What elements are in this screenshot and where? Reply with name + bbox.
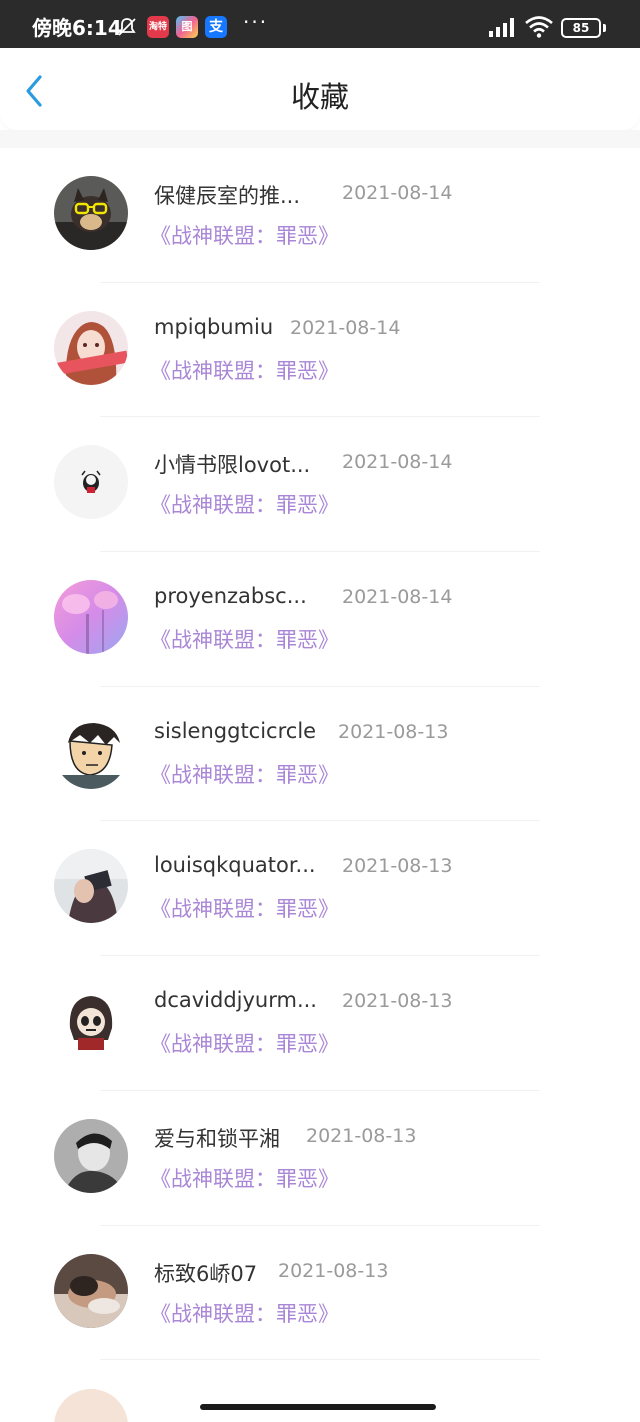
book-title-link[interactable]: 《战神联盟：罪恶》 <box>150 759 339 789</box>
status-time: 傍晚6:14 <box>32 16 122 40</box>
book-title-link[interactable]: 《战神联盟：罪恶》 <box>150 1298 339 1328</box>
list-item[interactable]: 爱与和锁平湘 2021-08-13 《战神联盟：罪恶》 <box>0 1091 640 1226</box>
divider <box>100 1359 540 1361</box>
avatar <box>54 310 128 385</box>
navigation-header: 收藏 <box>0 48 640 130</box>
list-item[interactable]: proyenzabsc... 2021-08-14 《战神联盟：罪恶》 <box>0 552 640 687</box>
list-item[interactable]: mpiqbumiu 2021-08-14 《战神联盟：罪恶》 <box>0 283 640 418</box>
avatar <box>54 1118 128 1193</box>
favorite-date: 2021-08-14 <box>290 316 401 339</box>
book-title-link[interactable]: 《战神联盟：罪恶》 <box>150 893 339 923</box>
avatar <box>54 445 128 520</box>
book-title-link[interactable]: 《战神联盟：罪恶》 <box>150 1163 339 1193</box>
avatar <box>54 714 128 789</box>
username: 爱与和锁平湘 <box>154 1126 280 1151</box>
gallery-app-icon: 图 <box>176 16 198 38</box>
favorite-date: 2021-08-14 <box>342 182 453 204</box>
book-title-link[interactable]: 《战神联盟：罪恶》 <box>150 355 339 385</box>
username: sislenggtcicrcle <box>154 718 317 743</box>
book-title-link[interactable]: 《战神联盟：罪恶》 <box>150 624 339 654</box>
header-separator <box>0 130 640 148</box>
avatar <box>54 984 128 1059</box>
bell-muted-icon <box>118 18 136 36</box>
avatar <box>54 1253 128 1328</box>
favorite-date: 2021-08-13 <box>338 720 449 743</box>
taote-app-icon: 淘特 <box>147 16 169 38</box>
battery-icon: 85 <box>561 18 601 38</box>
list-item[interactable]: sislenggtcicrcle 2021-08-13 《战神联盟：罪恶》 <box>0 687 640 822</box>
home-indicator[interactable] <box>200 1404 436 1410</box>
username: proyenzabsc... <box>154 584 307 609</box>
username: 小情书限lovot... <box>154 453 311 478</box>
favorite-date: 2021-08-13 <box>342 990 453 1013</box>
book-title-link[interactable]: 《战神联盟：罪恶》 <box>150 220 339 250</box>
book-title-link[interactable]: 《战神联盟：罪恶》 <box>150 1028 339 1058</box>
username: 标致6峤07 <box>154 1261 258 1286</box>
book-title-link[interactable]: 《战神联盟：罪恶》 <box>150 489 339 519</box>
favorites-list: 保健辰室的推... 2021-08-14 《战神联盟：罪恶》 mpiqbumiu… <box>0 148 640 1361</box>
list-item[interactable]: louisqkquator... 2021-08-13 《战神联盟：罪恶》 <box>0 821 640 957</box>
wifi-icon <box>525 16 553 38</box>
favorite-date: 2021-08-13 <box>306 1124 417 1147</box>
avatar-partial <box>54 1389 128 1422</box>
list-item[interactable]: 保健辰室的推... 2021-08-14 《战神联盟：罪恶》 <box>0 148 640 283</box>
more-notifications-icon: ··· <box>243 10 269 34</box>
username: dcaviddjyurm... <box>154 988 317 1013</box>
list-item[interactable]: 标致6峤07 2021-08-13 《战神联盟：罪恶》 <box>0 1226 640 1361</box>
avatar <box>54 176 128 250</box>
list-item[interactable]: dcaviddjyurm... 2021-08-13 《战神联盟：罪恶》 <box>0 956 640 1091</box>
battery-tip <box>603 24 606 32</box>
avatar <box>54 580 128 655</box>
signal-icon <box>489 18 514 37</box>
username: 保健辰室的推... <box>154 184 301 208</box>
avatar <box>54 849 128 924</box>
list-item[interactable]: 小情书限lovot... 2021-08-14 《战神联盟：罪恶》 <box>0 417 640 553</box>
favorite-date: 2021-08-13 <box>278 1259 389 1282</box>
favorite-date: 2021-08-13 <box>342 855 453 878</box>
page-title: 收藏 <box>290 80 349 114</box>
status-bar: 傍晚6:14 淘特 图 支 ··· 85 <box>0 0 640 48</box>
favorite-date: 2021-08-14 <box>342 451 453 474</box>
username: mpiqbumiu <box>154 314 274 339</box>
alipay-app-icon: 支 <box>205 16 227 38</box>
favorite-date: 2021-08-14 <box>342 586 453 609</box>
username: louisqkquator... <box>154 853 316 878</box>
